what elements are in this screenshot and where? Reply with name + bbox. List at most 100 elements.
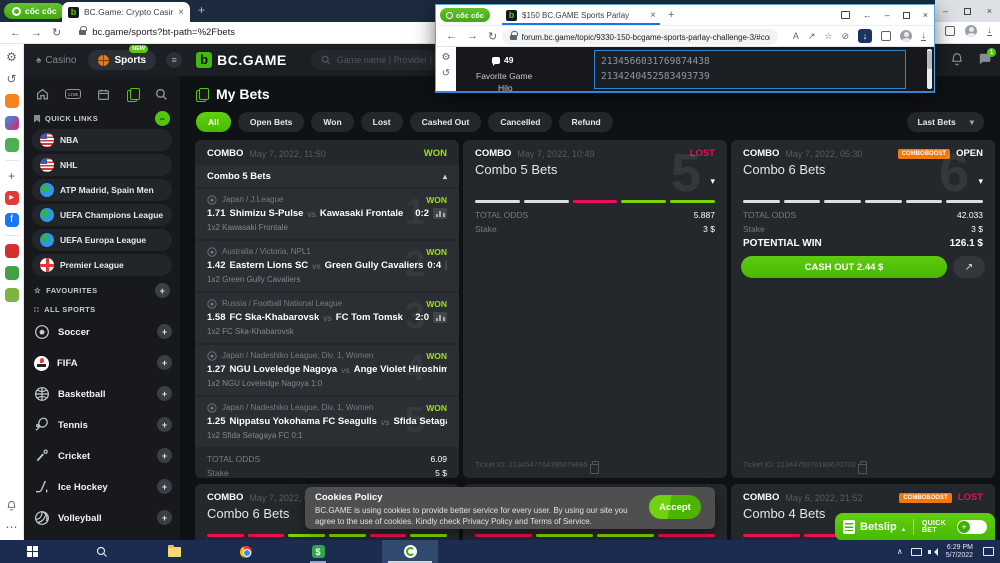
add-sport-button[interactable]: [157, 355, 172, 370]
sidebar-item-ice-hockey[interactable]: Ice Hockey: [32, 475, 172, 499]
downloads-icon[interactable]: [921, 31, 926, 41]
sidebar-item-nhl[interactable]: NHL: [32, 154, 172, 176]
site-bell-icon[interactable]: [950, 52, 964, 66]
filter-cashed-out[interactable]: Cashed Out: [410, 112, 482, 132]
sidebar-item-volleyball[interactable]: Volleyball: [32, 506, 172, 530]
add-favourite-button[interactable]: [155, 283, 170, 298]
chrome-icon[interactable]: [234, 540, 258, 563]
games-icon[interactable]: [5, 138, 19, 152]
add-sport-button[interactable]: [157, 448, 172, 463]
popup-scrollbar[interactable]: [927, 49, 932, 89]
settings-icon[interactable]: [5, 50, 19, 64]
stats-icon[interactable]: [445, 260, 447, 271]
settings-icon[interactable]: [436, 52, 456, 63]
sidebar-item-basketball[interactable]: Basketball: [32, 382, 172, 406]
forward-button[interactable]: [467, 30, 478, 42]
extensions-icon[interactable]: [945, 26, 955, 36]
more-options-icon[interactable]: [5, 520, 19, 534]
profile-avatar[interactable]: [900, 30, 912, 42]
sidebar-item-uefa-europa[interactable]: UEFA Europa League: [32, 229, 172, 251]
card-app-icon[interactable]: [5, 288, 19, 302]
copy-icon[interactable]: [860, 461, 867, 469]
downloads-icon[interactable]: [987, 26, 992, 36]
filter-won[interactable]: Won: [311, 112, 353, 132]
hot-trend-icon[interactable]: [5, 94, 19, 108]
filter-refund[interactable]: Refund: [559, 112, 612, 132]
expand-icon[interactable]: [978, 176, 983, 187]
accept-cookies-button[interactable]: Accept: [649, 495, 701, 519]
sidebar-item-cricket[interactable]: Cricket: [32, 444, 172, 468]
sidebar-item-soccer[interactable]: Soccer: [32, 320, 172, 344]
browser-tab[interactable]: BC.Game: Crypto Casino Gam: [62, 2, 190, 22]
reload-button[interactable]: [52, 26, 61, 39]
reload-button[interactable]: [488, 30, 497, 43]
profile-avatar[interactable]: [965, 25, 977, 37]
adblock-icon[interactable]: [841, 31, 849, 42]
sidebar-item-tennis[interactable]: Tennis: [32, 413, 172, 437]
add-shortcut-icon[interactable]: [5, 169, 19, 183]
collapse-quick-links-button[interactable]: [155, 111, 170, 126]
filter-all[interactable]: All: [196, 112, 231, 132]
network-icon[interactable]: [911, 548, 922, 556]
betslip-button[interactable]: Betslip QUICK BET: [835, 513, 995, 541]
filter-open-bets[interactable]: Open Bets: [238, 112, 305, 132]
share-bet-button[interactable]: [953, 256, 985, 278]
history-icon[interactable]: [436, 68, 456, 79]
coccoc-logo[interactable]: cốc cốc: [440, 8, 490, 22]
bet-card-combo-won[interactable]: COMBO May 7, 2022, 11:50 WON Combo 5 Bet…: [195, 140, 459, 478]
taskbar-clock[interactable]: 6:29 PM 5/7/2022: [946, 544, 973, 560]
add-sport-button[interactable]: [157, 324, 172, 339]
taskbar-search-icon[interactable]: [90, 540, 114, 563]
bet-card-combo-lost[interactable]: COMBO May 7, 2022, 10:49 LOST Combo 5 Be…: [463, 140, 727, 478]
bookmark-star-icon[interactable]: [824, 31, 832, 42]
sports-tab[interactable]: Sports NEW: [88, 50, 156, 70]
new-tab-button[interactable]: [668, 9, 674, 21]
casino-tab[interactable]: Casino: [36, 55, 76, 66]
dock-window-icon[interactable]: [863, 10, 872, 20]
sidebar-item-fifa[interactable]: FIFA: [32, 351, 172, 375]
add-sport-button[interactable]: [157, 479, 172, 494]
start-button[interactable]: [20, 540, 44, 563]
home-icon[interactable]: [36, 88, 49, 101]
comments-count[interactable]: 49: [492, 55, 513, 65]
shopping-icon[interactable]: [5, 244, 19, 258]
cash-out-button[interactable]: CASH OUT 2.44 $: [741, 256, 947, 278]
schedule-icon[interactable]: [97, 88, 110, 101]
file-explorer-icon[interactable]: [162, 540, 186, 563]
reader-mode-icon[interactable]: [841, 11, 850, 19]
sidebar-item-premier-league[interactable]: Premier League: [32, 254, 172, 276]
maximize-button[interactable]: [964, 8, 971, 15]
minimize-button[interactable]: [885, 10, 890, 20]
close-button[interactable]: [923, 10, 928, 20]
close-button[interactable]: [987, 6, 992, 16]
url-field[interactable]: forum.bc.game/topic/9330-150-bcgame-spor…: [502, 29, 778, 45]
maximize-button[interactable]: [903, 12, 910, 19]
sidebar-item-uefa-champions[interactable]: UEFA Champions League: [32, 204, 172, 226]
site-chat-icon[interactable]: 1: [977, 52, 992, 66]
ticket-codes-field[interactable]: 2134566031769874438 2134240452583493739: [594, 50, 906, 89]
tab-close-icon[interactable]: [650, 10, 656, 21]
popup-browser-window[interactable]: cốc cốc $150 BC.GAME Sports Parlay forum…: [435, 4, 935, 93]
url-text[interactable]: bc.game/sports?bt-path=%2Fbets: [92, 27, 235, 38]
collapse-icon[interactable]: [443, 171, 447, 182]
sidebar-item-atp-madrid[interactable]: ATP Madrid, Spain Men: [32, 179, 172, 201]
tab-close-icon[interactable]: [178, 7, 184, 18]
coccoc-taskbar-icon[interactable]: [382, 540, 438, 563]
add-sport-button[interactable]: [157, 510, 172, 525]
add-sport-button[interactable]: [157, 386, 172, 401]
back-button[interactable]: [10, 27, 21, 39]
quick-bet-toggle[interactable]: [957, 520, 987, 534]
sort-dropdown[interactable]: Last Bets: [907, 112, 984, 132]
volume-icon[interactable]: [930, 548, 938, 556]
back-button[interactable]: [446, 30, 457, 42]
translate-icon[interactable]: [793, 31, 799, 41]
sidebar-search-icon[interactable]: [155, 88, 168, 101]
extensions-icon[interactable]: [881, 31, 891, 41]
money-app-icon[interactable]: [306, 540, 330, 563]
add-sport-button[interactable]: [157, 417, 172, 432]
stats-icon[interactable]: [433, 208, 447, 219]
bcgame-logo[interactable]: BC.GAME: [196, 52, 287, 68]
copy-icon[interactable]: [592, 461, 599, 469]
my-bets-icon[interactable]: [127, 88, 139, 100]
popup-tab[interactable]: $150 BC.GAME Sports Parlay: [502, 7, 660, 25]
